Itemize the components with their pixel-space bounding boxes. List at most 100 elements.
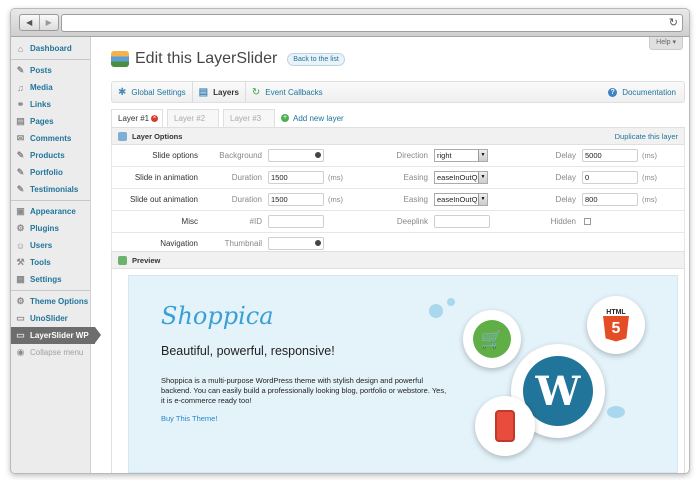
tools-icon: ⚒ <box>16 257 25 267</box>
sidebar-item-pages[interactable]: ▤ Pages <box>11 113 90 130</box>
unit-label: (ms) <box>328 173 343 182</box>
menu-separator <box>11 290 90 291</box>
tab-layer-1[interactable]: Layer #1 × <box>111 109 163 127</box>
row-label: Slide in animation <box>134 173 198 182</box>
tab-event-callbacks[interactable]: ↻ Event Callbacks <box>246 82 329 102</box>
delay-input[interactable]: 0 <box>582 171 638 184</box>
delay-input[interactable]: 800 <box>582 193 638 206</box>
easing-select[interactable]: easeInOutQuint ▼ <box>434 171 488 184</box>
field-label: #ID <box>249 217 262 226</box>
sidebar-item-portfolio[interactable]: ✎ Portfolio <box>11 164 90 181</box>
sidebar-item-posts[interactable]: ✎ Posts <box>11 62 90 79</box>
back-icon[interactable]: ◀ <box>20 15 39 30</box>
tab-global-settings[interactable]: ✱ Global Settings <box>112 82 193 102</box>
comment-icon: ✉ <box>16 133 25 143</box>
sidebar-item-appearance[interactable]: ▣ Appearance <box>11 203 90 220</box>
thumbnail-input[interactable] <box>268 237 324 250</box>
gear-icon: ⚙ <box>16 296 25 306</box>
page-header: Edit this LayerSlider Back to the list <box>111 50 345 68</box>
sidebar-item-links[interactable]: ⚭ Links <box>11 96 90 113</box>
layer-tab-label: Layer #1 <box>118 114 150 123</box>
field-label: Easing <box>403 195 428 204</box>
id-input[interactable] <box>268 215 324 228</box>
unit-label: (ms) <box>642 195 657 204</box>
sidebar-item-testimonials[interactable]: ✎ Testimonials <box>11 181 90 198</box>
help-button[interactable]: Help ▾ <box>649 37 683 50</box>
sidebar-item-label: Tools <box>30 258 51 267</box>
sidebar-item-products[interactable]: ✎ Products <box>11 147 90 164</box>
slider-icon: ▭ <box>16 313 25 323</box>
easing-select[interactable]: easeInOutQuint ▼ <box>434 193 488 206</box>
tab-layer-3[interactable]: Layer #3 <box>223 109 275 127</box>
sidebar-item-dashboard[interactable]: ⌂ Dashboard <box>11 40 90 57</box>
panel-title: Layer Options <box>132 131 183 141</box>
sidebar-item-tools[interactable]: ⚒ Tools <box>11 254 90 271</box>
refresh-icon: ↻ <box>251 86 261 98</box>
sidebar-item-label: Plugins <box>30 224 59 233</box>
field-label: Delay <box>555 195 576 204</box>
dashboard-icon: ⌂ <box>17 43 24 54</box>
url-bar[interactable]: ↻ <box>61 14 683 32</box>
settings-tabs: ✱ Global Settings ▤ Layers ↻ Event Callback… <box>111 81 685 103</box>
remove-layer-icon[interactable]: × <box>151 115 158 122</box>
buy-theme-link[interactable]: Buy This Theme! <box>161 414 217 423</box>
collapse-menu[interactable]: ◉ Collapse menu <box>11 344 90 361</box>
splash-decoration <box>607 406 625 418</box>
sidebar-item-label: Appearance <box>30 207 76 216</box>
preview-icon <box>118 255 127 265</box>
preview-header: Preview <box>111 251 685 269</box>
slide-description: Shoppica is a multi-purpose WordPress th… <box>161 376 447 405</box>
background-input[interactable] <box>268 149 324 162</box>
sidebar-item-plugins[interactable]: ⚙ Plugins <box>11 220 90 237</box>
browser-toolbar: ◀ ▶ ↻ <box>11 9 689 37</box>
forward-icon[interactable]: ▶ <box>38 15 59 30</box>
sidebar-item-label: Media <box>30 83 53 92</box>
deeplink-input[interactable] <box>434 215 490 228</box>
documentation-link[interactable]: ? Documentation <box>608 87 684 97</box>
sidebar-item-layerslider[interactable]: ▭ LayerSlider WP <box>11 327 101 344</box>
delay-input[interactable]: 5000 <box>582 149 638 162</box>
reload-icon[interactable]: ↻ <box>669 16 678 29</box>
row-misc: Misc #ID Deeplink Hidden <box>111 211 685 233</box>
browser-window: ◀ ▶ ↻ ⌂ Dashboard ✎ Posts ♫ Media ⚭ Links ▤ P… <box>10 8 690 474</box>
slide-tagline: Beautiful, powerful, responsive! <box>161 344 335 358</box>
slide-canvas[interactable]: Shoppica Beautiful, powerful, responsive… <box>128 275 678 473</box>
sidebar-item-media[interactable]: ♫ Media <box>11 79 90 96</box>
sidebar-item-unoslider[interactable]: ▭ UnoSlider <box>11 310 90 327</box>
field-label: Duration <box>231 173 262 182</box>
cart-circle: 🛒 <box>463 310 521 368</box>
wordpress-icon: W <box>523 356 593 426</box>
tab-layer-2[interactable]: Layer #2 <box>167 109 219 127</box>
field-label: Thumbnail <box>224 239 262 248</box>
row-label: Slide out animation <box>129 195 198 204</box>
layers-icon: ▤ <box>198 86 209 98</box>
plugin-icon: ⚙ <box>16 223 25 233</box>
sidebar-item-users[interactable]: ☺ Users <box>11 237 90 254</box>
layer-tab-label: Layer #3 <box>230 114 262 123</box>
duplicate-layer-link[interactable]: Duplicate this layer <box>615 132 678 141</box>
splash-decoration <box>447 298 455 306</box>
duration-input[interactable]: 1500 <box>268 193 324 206</box>
sidebar-item-label: Comments <box>30 134 72 143</box>
direction-select[interactable]: right ▼ <box>434 149 488 162</box>
hidden-checkbox[interactable] <box>584 218 591 225</box>
sidebar-item-comments[interactable]: ✉ Comments <box>11 130 90 147</box>
tab-layers[interactable]: ▤ Layers <box>193 82 246 102</box>
back-to-list-button[interactable]: Back to the list <box>287 52 345 66</box>
phone-circle <box>475 396 535 456</box>
color-picker-icon[interactable] <box>315 152 321 158</box>
sidebar-item-settings[interactable]: ▦ Settings <box>11 271 90 288</box>
user-icon: ☺ <box>15 240 26 251</box>
duration-input[interactable]: 1500 <box>268 171 324 184</box>
menu-separator <box>11 59 90 60</box>
chevron-down-icon: ▼ <box>478 194 487 205</box>
pin-icon: ✎ <box>16 167 25 177</box>
page-icon: ▤ <box>16 116 25 126</box>
image-picker-icon[interactable] <box>315 240 321 246</box>
row-label: Navigation <box>160 239 198 248</box>
sidebar-item-label: Posts <box>30 66 52 75</box>
preview-title: Preview <box>132 255 161 265</box>
field-label: Duration <box>231 195 262 204</box>
sidebar-item-theme-options[interactable]: ⚙ Theme Options <box>11 293 90 310</box>
add-layer-button[interactable]: + Add new layer <box>281 109 344 127</box>
